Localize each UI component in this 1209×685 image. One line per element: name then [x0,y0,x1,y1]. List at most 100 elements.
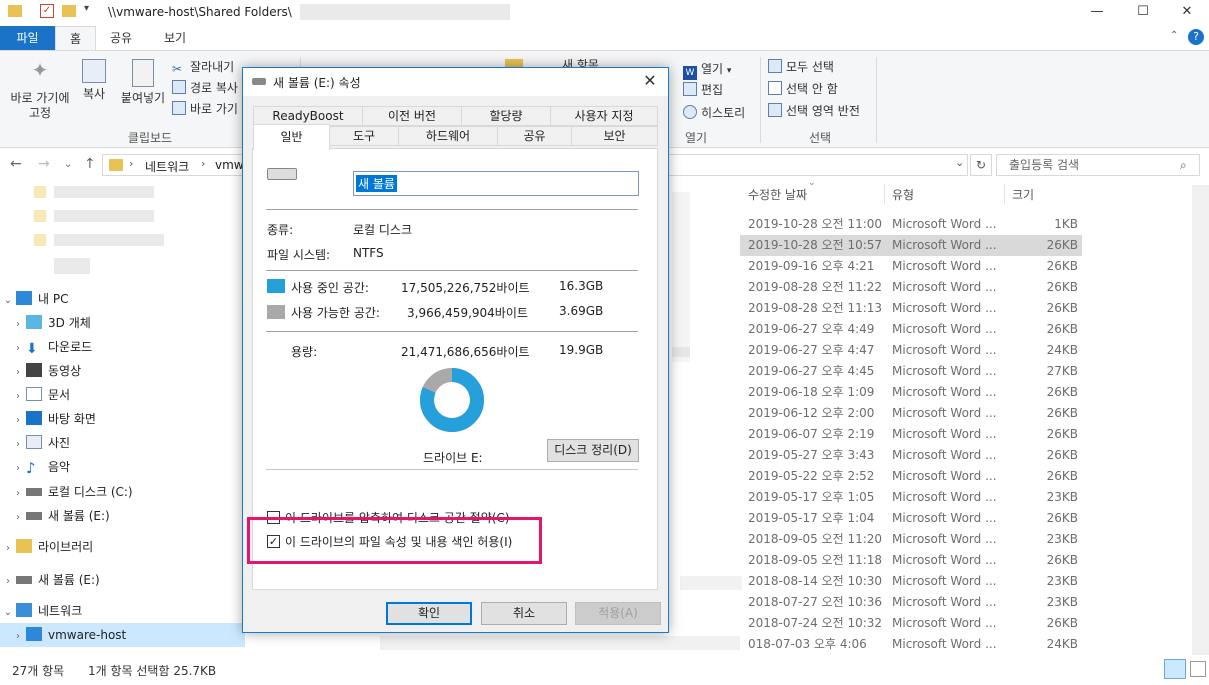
cell-type: Microsoft Word ... [892,385,997,399]
copy-button[interactable]: 복사 [78,59,110,102]
tab-general[interactable]: 일반 [253,124,330,150]
breadcrumb-network[interactable]: 네트워크 [145,158,189,175]
dialog-close-button[interactable]: ✕ [635,71,665,93]
divider [266,331,638,332]
nav-this-pc[interactable]: ⌄ 내 PC [0,287,68,311]
recent-locations-icon[interactable]: ⌄ [64,159,72,170]
table-row[interactable]: 2019-06-27 오후 4:49 Microsoft Word ... 26KB [740,319,1082,340]
invert-selection-button[interactable]: 선택 영역 반전 [768,101,860,121]
table-row[interactable]: 2019-06-12 오후 2:00 Microsoft Word ... 26KB [740,403,1082,424]
up-icon[interactable]: ↑ [84,156,96,172]
forward-icon[interactable]: → [38,156,50,172]
open-button[interactable]: W 열기 ▾ [683,59,731,80]
tab-security[interactable]: 보안 [571,126,658,146]
nav-label: 3D 개체 [48,316,91,330]
edit-button[interactable]: 편집 [683,80,723,100]
nav-documents[interactable]: › 문서 [10,383,70,407]
help-icon[interactable]: ? [1188,29,1204,45]
close-button[interactable]: ✕ [1164,0,1209,26]
table-row[interactable]: 2019-06-07 오후 2:19 Microsoft Word ... 26KB [740,424,1082,445]
column-separator[interactable] [884,184,885,204]
table-row[interactable]: 2019-05-27 오후 3:43 Microsoft Word ... 26KB [740,445,1082,466]
search-icon[interactable]: ⌕ [1180,158,1187,173]
nav-vmware-host[interactable]: › vmware-host [10,623,126,647]
nav-3d-objects[interactable]: › 3D 개체 [10,311,91,335]
tab-hardware[interactable]: 하드웨어 [398,126,498,146]
nav-libraries[interactable]: › 라이브러리 [0,535,93,559]
volume-name-input[interactable]: 새 볼륨 [353,171,639,196]
paste-button[interactable]: 붙여넣기 [116,59,170,106]
table-row[interactable]: 2018-07-27 오전 10:36 Microsoft Word ... 23K… [740,592,1082,613]
new-folder-icon[interactable] [62,5,76,17]
apply-button[interactable]: 적용(A) [575,602,661,625]
table-row[interactable]: 2019-05-22 오후 2:52 Microsoft Word ... 26KB [740,466,1082,487]
properties-icon[interactable]: ✓ [40,4,54,18]
pin-label: 바로 가기에 고정 [10,91,70,120]
table-row[interactable]: 2019-06-27 오후 4:45 Microsoft Word ... 27KB [740,361,1082,382]
paste-shortcut-button[interactable]: 바로 가기 [172,99,238,119]
table-row[interactable]: 2019-08-28 오전 11:22 Microsoft Word ... 26K… [740,277,1082,298]
table-row[interactable]: 2019-10-28 오전 10:57 Microsoft Word ... 26K… [740,235,1082,256]
select-all-button[interactable]: 모두 선택 [768,57,834,77]
column-type[interactable]: 유형 [892,186,914,203]
nav-local-disk[interactable]: › 로컬 디스크 (C:) [10,480,133,504]
cancel-button[interactable]: 취소 [481,602,567,625]
nav-pictures[interactable]: › 사진 [10,431,70,455]
column-size[interactable]: 크기 [1012,186,1034,203]
table-row[interactable]: 2018-09-05 오전 11:20 Microsoft Word ... 23K… [740,529,1082,550]
tab-quota[interactable]: 할당량 [461,106,551,126]
pc-icon [16,291,32,305]
back-icon[interactable]: ← [10,156,22,172]
select-none-button[interactable]: 선택 안 함 [768,79,838,99]
minimize-button[interactable]: — [1074,0,1120,26]
nav-music[interactable]: › ♪ 음악 [10,455,70,479]
tab-customize[interactable]: 사용자 지정 [550,106,658,126]
table-row[interactable]: 2018-07-24 오전 10:32 Microsoft Word ... 26K… [740,613,1082,634]
music-icon: ♪ [26,459,36,477]
pin-quick-access-button[interactable]: ✦ 바로 가기에 고정 [4,60,76,121]
nav-new-volume-root[interactable]: › 새 볼륨 (E:) [0,568,100,592]
vertical-scrollbar[interactable] [1192,185,1209,655]
table-row[interactable]: 2019-06-18 오후 1:09 Microsoft Word ... 26KB [740,382,1082,403]
cut-button[interactable]: ✂ 잘라내기 [172,57,234,77]
tab-previous-versions[interactable]: 이전 버전 [362,106,462,126]
table-row[interactable]: 2019-06-27 오후 4:47 Microsoft Word ... 24KB [740,340,1082,361]
cell-date: 2019-06-18 오후 1:09 [748,385,875,399]
table-row[interactable]: 2019-05-17 오후 1:04 Microsoft Word ... 26KB [740,508,1082,529]
refresh-icon[interactable]: ↻ [970,154,992,176]
table-row[interactable]: 2019-09-16 오후 4:21 Microsoft Word ... 26KB [740,256,1082,277]
address-dropdown-icon[interactable]: ⌄ [955,156,964,169]
disk-cleanup-button[interactable]: 디스크 정리(D) [547,439,639,462]
column-modified[interactable]: 수정한 날짜 [748,186,807,203]
search-input[interactable]: 출입등록 검색 [996,154,1200,176]
column-separator[interactable] [1004,184,1005,204]
table-row[interactable]: 2019-08-28 오전 11:13 Microsoft Word ... 26K… [740,298,1082,319]
tab-file[interactable]: 파일 [0,26,55,50]
cell-type: Microsoft Word ... [892,238,997,252]
tab-sharing[interactable]: 공유 [497,126,572,146]
table-row[interactable]: 018-07-03 오후 4:06 Microsoft Word ... 24KB [740,634,1082,655]
copy-path-button[interactable]: 경로 복사 [172,78,238,98]
tab-readyboost[interactable]: ReadyBoost [253,106,363,126]
nav-desktop[interactable]: › 바탕 화면 [10,407,96,431]
nav-network[interactable]: ⌄ 네트워크 [0,599,82,623]
maximize-button[interactable]: ☐ [1120,0,1166,26]
nav-downloads[interactable]: › ⬇ 다운로드 [10,335,92,359]
history-button[interactable]: 히스토리 [683,103,745,123]
ok-button[interactable]: 확인 [386,602,472,625]
table-row[interactable]: 2019-10-28 오전 11:00 Microsoft Word ... 1KB [740,214,1082,235]
collapse-ribbon-icon[interactable]: ⌃ [1170,30,1178,41]
table-row[interactable]: 2018-08-14 오전 10:30 Microsoft Word ... 23K… [740,571,1082,592]
tab-tools[interactable]: 도구 [329,126,399,146]
tab-share[interactable]: 공유 [96,26,146,50]
tab-home[interactable]: 홈 [55,26,97,50]
large-icons-view-icon[interactable] [1190,661,1206,677]
details-view-icon[interactable] [1164,659,1186,679]
chevron-right-icon: › [16,319,20,330]
quick-access-dropdown-icon[interactable]: ▾ [84,3,89,14]
table-row[interactable]: 2019-05-17 오후 1:05 Microsoft Word ... 23KB [740,487,1082,508]
tab-view[interactable]: 보기 [150,26,200,50]
table-row[interactable]: 2018-09-05 오전 11:18 Microsoft Word ... 26K… [740,550,1082,571]
nav-videos[interactable]: › 동영상 [10,359,81,383]
nav-new-volume[interactable]: › 새 볼륨 (E:) [10,504,110,528]
